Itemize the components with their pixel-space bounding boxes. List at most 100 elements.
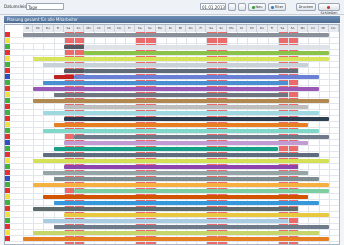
assignment-bar[interactable] (84, 69, 299, 73)
day-header: Mo (298, 25, 309, 32)
assignment-bar[interactable] (63, 105, 309, 109)
employee-color-marker (5, 110, 10, 115)
employee-label (11, 170, 21, 175)
employee-color-marker (5, 194, 10, 199)
planning-row[interactable] (5, 236, 339, 242)
assignment-bar[interactable] (43, 153, 319, 157)
assignment-bar[interactable] (23, 39, 54, 43)
filter-icon (270, 5, 274, 9)
day-header: Di (308, 25, 319, 32)
assignment-bar[interactable] (33, 87, 319, 91)
day-header: Di (94, 25, 105, 32)
assignment-bar[interactable] (43, 111, 319, 115)
assignment-bar[interactable] (43, 63, 309, 67)
employee-label (11, 158, 21, 163)
day-header: Mi (247, 25, 258, 32)
employee-label (11, 206, 21, 211)
employee-color-marker (5, 188, 10, 193)
assignment-bar[interactable] (63, 165, 299, 169)
assignment-bar[interactable] (33, 99, 329, 103)
day-header: Sa (277, 25, 289, 32)
assignment-bar[interactable] (43, 219, 289, 223)
assignment-bar[interactable] (23, 237, 329, 241)
assignment-bar[interactable] (73, 189, 329, 193)
day-header: Do (328, 25, 339, 32)
assignment-bar[interactable] (63, 141, 309, 145)
employee-label (11, 98, 21, 103)
employee-label (11, 56, 21, 61)
assignment-bar[interactable] (84, 45, 329, 49)
employee-label (11, 128, 21, 133)
assignment-bar[interactable] (63, 45, 85, 49)
assignment-bar[interactable] (43, 129, 319, 133)
employee-color-marker (5, 62, 10, 67)
print-button-label: Drucken (298, 5, 314, 9)
close-icon (327, 5, 330, 9)
day-header: Do (257, 25, 268, 32)
day-header: Fr (196, 25, 207, 32)
employee-label (11, 32, 21, 37)
assignment-bar[interactable] (53, 93, 289, 97)
assignment-bar[interactable] (53, 123, 309, 127)
assignment-bar[interactable] (53, 147, 278, 151)
day-header: Di (165, 25, 176, 32)
employee-label (11, 50, 21, 55)
calendar-button[interactable] (228, 3, 236, 11)
employee-label (11, 92, 21, 97)
assignment-bar[interactable] (73, 75, 319, 79)
toolbar: Datumsleiste Tage 01.01.2013 Neu Filter … (0, 0, 344, 15)
assignment-bar[interactable] (84, 51, 329, 55)
employee-label (11, 212, 21, 217)
day-header: Mo (155, 25, 166, 32)
day-header: Mi (104, 25, 115, 32)
assignment-bar[interactable] (53, 75, 74, 79)
employee-color-marker (5, 206, 10, 211)
assignment-bar[interactable] (43, 171, 309, 175)
print-button[interactable]: Drucken (296, 3, 316, 11)
day-header: Sa (206, 25, 217, 32)
employee-color-marker (5, 158, 10, 163)
employee-label (11, 176, 21, 181)
employee-color-marker (5, 152, 10, 157)
employee-color-marker (5, 224, 10, 229)
employee-color-marker (5, 80, 10, 85)
plus-icon (251, 5, 255, 9)
employee-color-marker (5, 176, 10, 181)
assignment-bar[interactable] (33, 57, 329, 61)
employee-color-marker (5, 92, 10, 97)
employee-label (11, 140, 21, 145)
assignment-bar[interactable] (73, 135, 329, 139)
view-select[interactable]: Tage (26, 3, 64, 10)
assignment-bar[interactable] (63, 213, 329, 217)
close-button-label: Schließen (320, 11, 338, 15)
assignment-bar[interactable] (63, 117, 329, 121)
prev-button[interactable] (238, 3, 246, 11)
day-header: Fr (53, 25, 64, 32)
date-input[interactable]: 01.01.2013 (200, 3, 226, 10)
day-header: Sa (63, 25, 74, 32)
filter-button-label: Filter (274, 5, 284, 9)
day-header: Do (114, 25, 125, 32)
assignment-bar[interactable] (43, 195, 309, 199)
assignment-bar[interactable] (63, 69, 85, 73)
assignment-bar[interactable] (33, 231, 319, 235)
employee-color-marker (5, 134, 10, 139)
employee-label (11, 146, 21, 151)
assignment-bar[interactable] (53, 201, 319, 205)
assignment-bar[interactable] (33, 183, 329, 187)
filter-button[interactable]: Filter (268, 3, 286, 11)
assignment-bar[interactable] (23, 51, 54, 55)
new-button[interactable]: Neu (248, 3, 266, 11)
assignment-bar[interactable] (53, 225, 329, 229)
employee-label (11, 116, 21, 121)
assignment-bar[interactable] (33, 207, 299, 211)
assignment-bar[interactable] (33, 159, 329, 163)
day-header: Mo (226, 25, 238, 32)
day-header: So (216, 25, 227, 32)
assignment-bar[interactable] (53, 177, 319, 181)
assignment-bar[interactable] (43, 81, 289, 85)
column-divider (339, 32, 340, 245)
close-button[interactable]: Schließen (318, 3, 340, 15)
assignment-bar[interactable] (23, 33, 329, 37)
day-header: Do (43, 25, 54, 32)
